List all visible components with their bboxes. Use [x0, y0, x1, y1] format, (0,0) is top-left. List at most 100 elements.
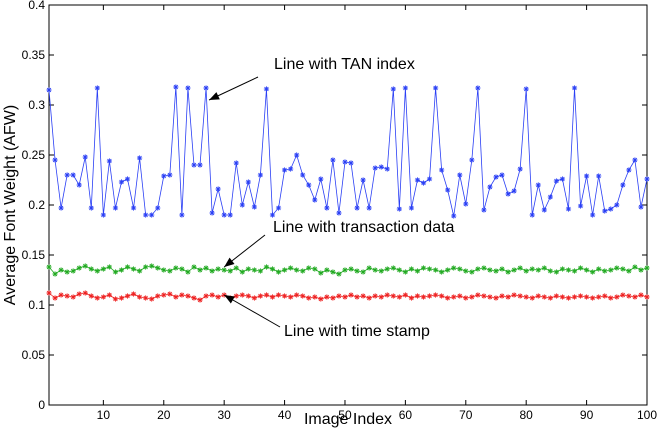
data-point	[348, 266, 354, 272]
data-point	[408, 295, 415, 301]
data-point	[288, 166, 294, 172]
data-point	[535, 293, 541, 299]
data-point	[281, 267, 288, 273]
data-point	[143, 295, 149, 301]
data-point	[149, 212, 155, 218]
data-point	[330, 157, 336, 163]
data-point	[590, 269, 596, 275]
data-point	[469, 157, 475, 163]
data-point	[481, 293, 487, 299]
data-point	[602, 208, 608, 214]
data-point	[360, 177, 366, 183]
data-point	[626, 167, 632, 173]
data-point	[94, 85, 100, 91]
annotation-text: Line with TAN index	[274, 56, 415, 73]
y-tick-label: 0.3	[28, 98, 45, 112]
data-point	[330, 269, 336, 275]
x-tick-label: 90	[580, 408, 594, 422]
data-point	[614, 294, 620, 300]
data-point	[100, 266, 106, 272]
data-point	[632, 157, 638, 163]
data-point	[523, 268, 529, 274]
data-point	[559, 176, 566, 182]
data-point	[318, 270, 324, 276]
data-point	[445, 295, 451, 301]
data-point	[402, 292, 408, 298]
data-point	[451, 213, 457, 219]
x-tick-label: 60	[399, 408, 413, 422]
data-point	[366, 265, 372, 271]
data-point	[432, 85, 439, 91]
data-point	[76, 265, 82, 271]
data-point	[257, 293, 264, 299]
data-point	[378, 294, 384, 300]
data-point	[215, 294, 221, 300]
data-point	[354, 205, 360, 211]
data-point	[221, 267, 227, 273]
data-point	[565, 295, 572, 301]
data-point	[137, 155, 143, 161]
data-point	[52, 271, 58, 277]
x-tick-label: 100	[637, 408, 657, 422]
data-point	[426, 266, 433, 272]
data-point	[245, 293, 251, 299]
data-point	[149, 263, 155, 269]
data-point	[457, 172, 463, 178]
data-point	[52, 295, 58, 301]
data-point	[426, 293, 433, 299]
data-point	[559, 266, 566, 272]
data-point	[414, 268, 421, 274]
data-point	[88, 266, 94, 272]
data-point	[457, 266, 463, 272]
data-point	[161, 292, 167, 298]
data-point	[439, 269, 445, 275]
data-point	[336, 271, 342, 277]
data-point	[173, 265, 179, 271]
y-tick-label: 0.35	[22, 48, 46, 62]
data-point	[143, 212, 149, 218]
data-point	[547, 194, 553, 200]
data-point	[366, 295, 372, 301]
data-point	[469, 269, 475, 275]
data-point	[209, 292, 215, 298]
data-point	[529, 295, 535, 301]
data-point	[372, 293, 378, 299]
data-point	[414, 293, 421, 299]
data-point	[82, 154, 88, 160]
data-point	[167, 268, 173, 274]
data-point	[312, 294, 318, 300]
data-point	[251, 295, 257, 301]
data-point	[366, 205, 372, 211]
data-point	[46, 290, 52, 296]
data-point	[348, 160, 354, 166]
data-point	[426, 176, 433, 182]
data-point	[173, 294, 179, 300]
data-point	[451, 294, 457, 300]
data-point	[505, 294, 511, 300]
data-point	[130, 291, 137, 297]
data-point	[432, 267, 439, 273]
data-point	[626, 293, 632, 299]
data-point	[529, 212, 535, 218]
data-point	[294, 152, 300, 158]
data-point	[517, 265, 523, 271]
data-point	[64, 172, 70, 178]
data-point	[173, 84, 179, 90]
data-point	[312, 197, 318, 203]
data-point	[499, 293, 505, 299]
data-point	[227, 212, 233, 218]
data-point	[402, 85, 408, 91]
data-point	[306, 265, 312, 271]
data-point	[565, 206, 572, 212]
data-point	[197, 162, 203, 168]
data-point	[294, 267, 300, 273]
x-tick-label: 80	[520, 408, 534, 422]
data-point	[281, 167, 288, 173]
data-point	[324, 267, 330, 273]
data-point	[541, 265, 547, 271]
data-point	[239, 292, 245, 298]
data-point	[577, 293, 584, 299]
data-point	[324, 205, 330, 211]
data-point	[608, 295, 614, 301]
data-point	[638, 267, 644, 273]
